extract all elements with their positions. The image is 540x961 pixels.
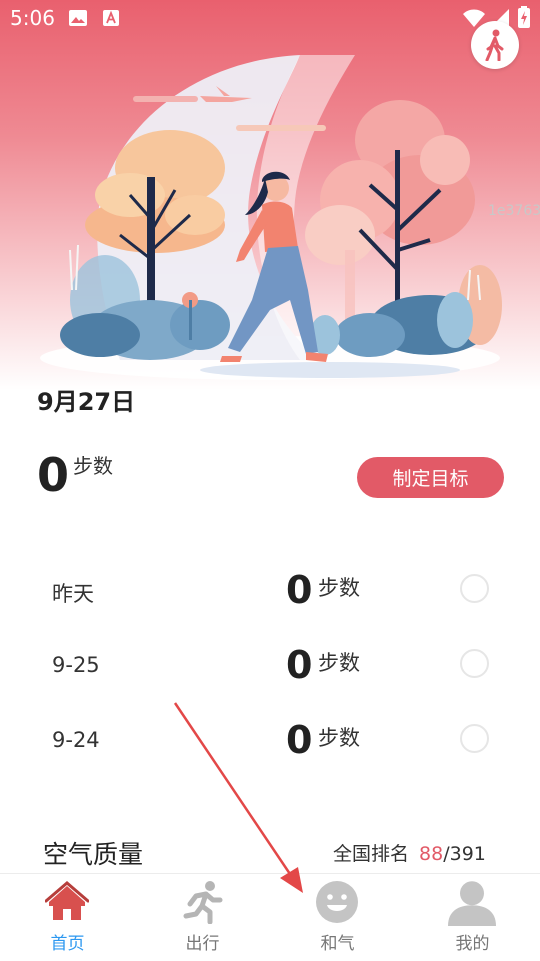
battery-icon: [518, 6, 530, 28]
rank-total: /391: [443, 843, 486, 865]
tab-mine-label: 我的: [455, 934, 490, 954]
tab-travel[interactable]: 出行: [135, 874, 270, 961]
history-row[interactable]: 9-25 0 步数: [0, 635, 540, 695]
tab-home[interactable]: 首页: [0, 874, 135, 961]
history-day-label: 9-24: [52, 728, 100, 752]
smiley-icon: [316, 881, 358, 923]
rank-value: 88: [419, 843, 444, 865]
tab-mine[interactable]: 我的: [405, 874, 540, 961]
history-day-label: 昨天: [52, 582, 94, 606]
tab-vibe[interactable]: 和气: [270, 874, 405, 961]
air-quality-title: 空气质量: [43, 840, 144, 869]
today-date: 9月27日: [37, 388, 136, 416]
watermark-code: 1e3763: [488, 203, 540, 219]
walking-person-icon: [485, 29, 504, 61]
font-icon: [103, 10, 119, 26]
history-steps-unit: 步数: [318, 651, 360, 675]
image-icon: [69, 10, 87, 26]
history-row[interactable]: 9-24 0 步数: [0, 710, 540, 770]
air-quality-rank[interactable]: 全国排名 88/391: [333, 839, 486, 866]
today-steps: 0: [37, 448, 70, 502]
hero-banner: 5:06 1e3763: [0, 0, 540, 390]
person-icon: [448, 881, 496, 926]
bottom-tab-bar: 首页 出行 和气 我的: [0, 873, 540, 961]
set-goal-button[interactable]: 制定目标: [357, 457, 504, 498]
walking-mode-button[interactable]: [471, 21, 519, 69]
history-progress-ring: [460, 574, 489, 603]
history-steps: 0: [286, 643, 313, 687]
status-bar: 5:06: [0, 0, 540, 36]
tab-home-label: 首页: [50, 934, 85, 954]
history-progress-ring: [460, 649, 489, 678]
history-steps: 0: [286, 568, 313, 612]
history-steps-unit: 步数: [318, 576, 360, 600]
running-icon: [183, 881, 223, 924]
history-day-label: 9-25: [52, 653, 100, 677]
history-steps: 0: [286, 718, 313, 762]
rank-label: 全国排名: [333, 843, 410, 865]
tab-travel-label: 出行: [185, 934, 220, 954]
status-time: 5:06: [10, 6, 55, 30]
history-row[interactable]: 昨天 0 步数: [0, 560, 540, 620]
history-steps-unit: 步数: [318, 726, 360, 750]
today-steps-unit: 步数: [73, 454, 113, 478]
tab-vibe-label: 和气: [320, 934, 355, 954]
history-progress-ring: [460, 724, 489, 753]
home-icon: [45, 881, 89, 920]
walking-woman-illustration: [40, 55, 502, 380]
